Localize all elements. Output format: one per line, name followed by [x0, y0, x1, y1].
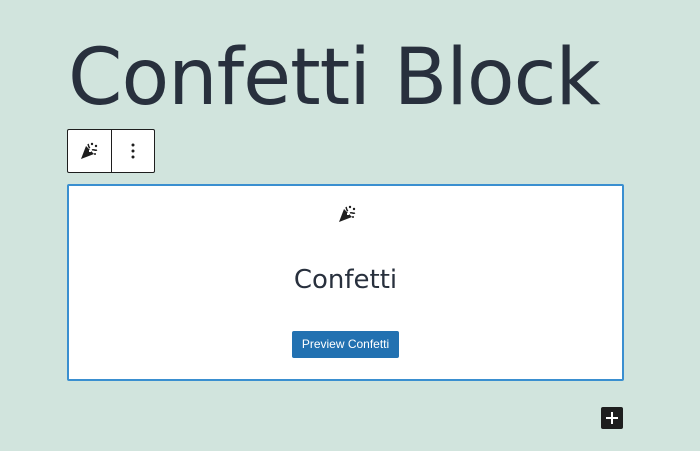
confetti-block[interactable]: Confetti Preview Confetti: [67, 184, 624, 381]
editor-canvas: Confetti Block Confetti Preview Confetti: [0, 0, 700, 451]
party-popper-icon: [339, 205, 356, 222]
add-block-button[interactable]: [601, 407, 623, 429]
plus-icon: [606, 412, 618, 424]
block-heading: Confetti: [293, 265, 398, 295]
page-title[interactable]: Confetti Block: [68, 28, 601, 128]
vertical-ellipsis-icon: [131, 143, 135, 159]
more-options-button[interactable]: [110, 130, 155, 172]
party-popper-icon: [81, 142, 98, 159]
preview-confetti-button[interactable]: Preview Confetti: [292, 331, 399, 358]
block-type-button[interactable]: [68, 130, 111, 172]
block-toolbar: [67, 129, 155, 173]
